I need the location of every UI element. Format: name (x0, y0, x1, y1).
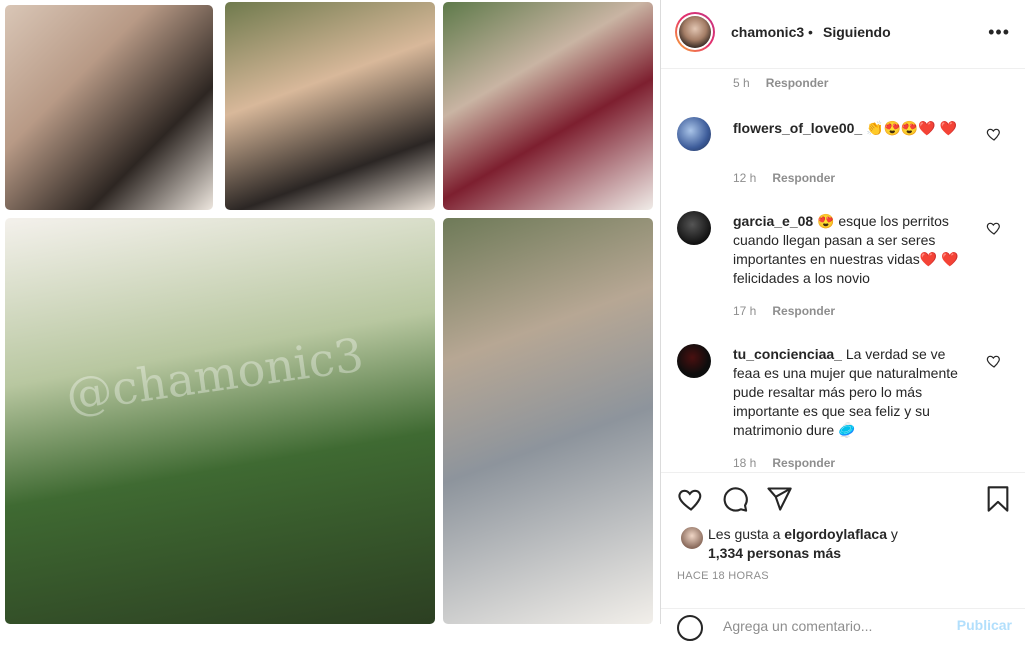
following-button[interactable]: Siguiendo (823, 24, 891, 40)
separator-dot: • (808, 24, 813, 40)
commenter-username[interactable]: tu_concienciaa_ (733, 346, 842, 362)
comment-text: garcia_e_08 😍 esque los perritos cuando … (733, 212, 973, 288)
commenter-username[interactable]: flowers_of_love00_ (733, 120, 862, 136)
reply-button[interactable]: Responder (766, 76, 829, 90)
commenter-avatar[interactable] (677, 117, 711, 151)
like-heart-icon[interactable] (677, 485, 705, 513)
comment-time: 5 h (733, 76, 750, 90)
like-comment-heart-icon[interactable] (986, 220, 1002, 236)
comment-input[interactable] (721, 617, 945, 635)
comment-text: tu_concienciaa_ La verdad se ve feaa es … (733, 345, 973, 440)
likes-conj: y (890, 526, 898, 542)
comment-meta: 5 h Responder (733, 76, 828, 90)
share-send-icon[interactable] (765, 485, 793, 513)
photo-tile-1 (5, 5, 213, 210)
like-comment-heart-icon[interactable] (986, 353, 1002, 369)
commenter-username[interactable]: garcia_e_08 (733, 213, 813, 229)
reply-button[interactable]: Responder (772, 304, 835, 318)
comment-time: 18 h (733, 456, 757, 470)
commenter-avatar[interactable] (677, 344, 711, 378)
comment-time: 17 h (733, 304, 757, 318)
likes-prefix: Les gusta a (708, 526, 781, 542)
publish-button[interactable]: Publicar (957, 617, 1012, 633)
post-photo[interactable]: @chamonic3 (0, 0, 660, 624)
comment-meta: 18 h Responder (733, 456, 835, 470)
post-actions: Les gusta a elgordoylaflaca y 1,334 pers… (661, 472, 1025, 641)
photo-tile-2 (225, 2, 435, 210)
like-comment-heart-icon[interactable] (986, 126, 1002, 142)
watermark: @chamonic3 (62, 327, 367, 423)
comment-composer: Publicar (661, 608, 1025, 649)
post-header: chamonic3 • Siguiendo ••• (661, 0, 1025, 69)
reply-button[interactable]: Responder (772, 456, 835, 470)
comments-list[interactable]: 5 h Responder flowers_of_love00_ 👏😍😍❤️ ❤️… (661, 69, 1025, 471)
photo-tile-4: @chamonic3 (5, 218, 435, 624)
author-username[interactable]: chamonic3 (731, 24, 804, 40)
likes-summary: Les gusta a elgordoylaflaca y 1,334 pers… (708, 525, 1008, 563)
more-options-icon[interactable]: ••• (988, 22, 1010, 43)
photo-tile-5 (443, 218, 653, 624)
liker-username[interactable]: elgordoylaflaca (784, 526, 887, 542)
comment-meta: 12 h Responder (733, 171, 835, 185)
bookmark-icon[interactable] (984, 485, 1012, 513)
emoji-icon[interactable] (677, 615, 703, 641)
likes-count-link[interactable]: 1,334 personas más (708, 545, 841, 561)
commenter-avatar[interactable] (677, 211, 711, 245)
comment-meta: 17 h Responder (733, 304, 835, 318)
liker-avatar[interactable] (679, 525, 705, 551)
reply-button[interactable]: Responder (772, 171, 835, 185)
avatar[interactable] (675, 12, 715, 52)
post-side-panel: chamonic3 • Siguiendo ••• 5 h Responder f… (660, 0, 1025, 641)
comment-body: 👏😍😍❤️ ❤️ (866, 120, 958, 136)
photo-tile-3 (443, 2, 653, 210)
comment-text: flowers_of_love00_ 👏😍😍❤️ ❤️ (733, 119, 973, 138)
comment-time: 12 h (733, 171, 757, 185)
post-timestamp[interactable]: HACE 18 HORAS (677, 570, 769, 582)
comment-bubble-icon[interactable] (721, 485, 749, 513)
